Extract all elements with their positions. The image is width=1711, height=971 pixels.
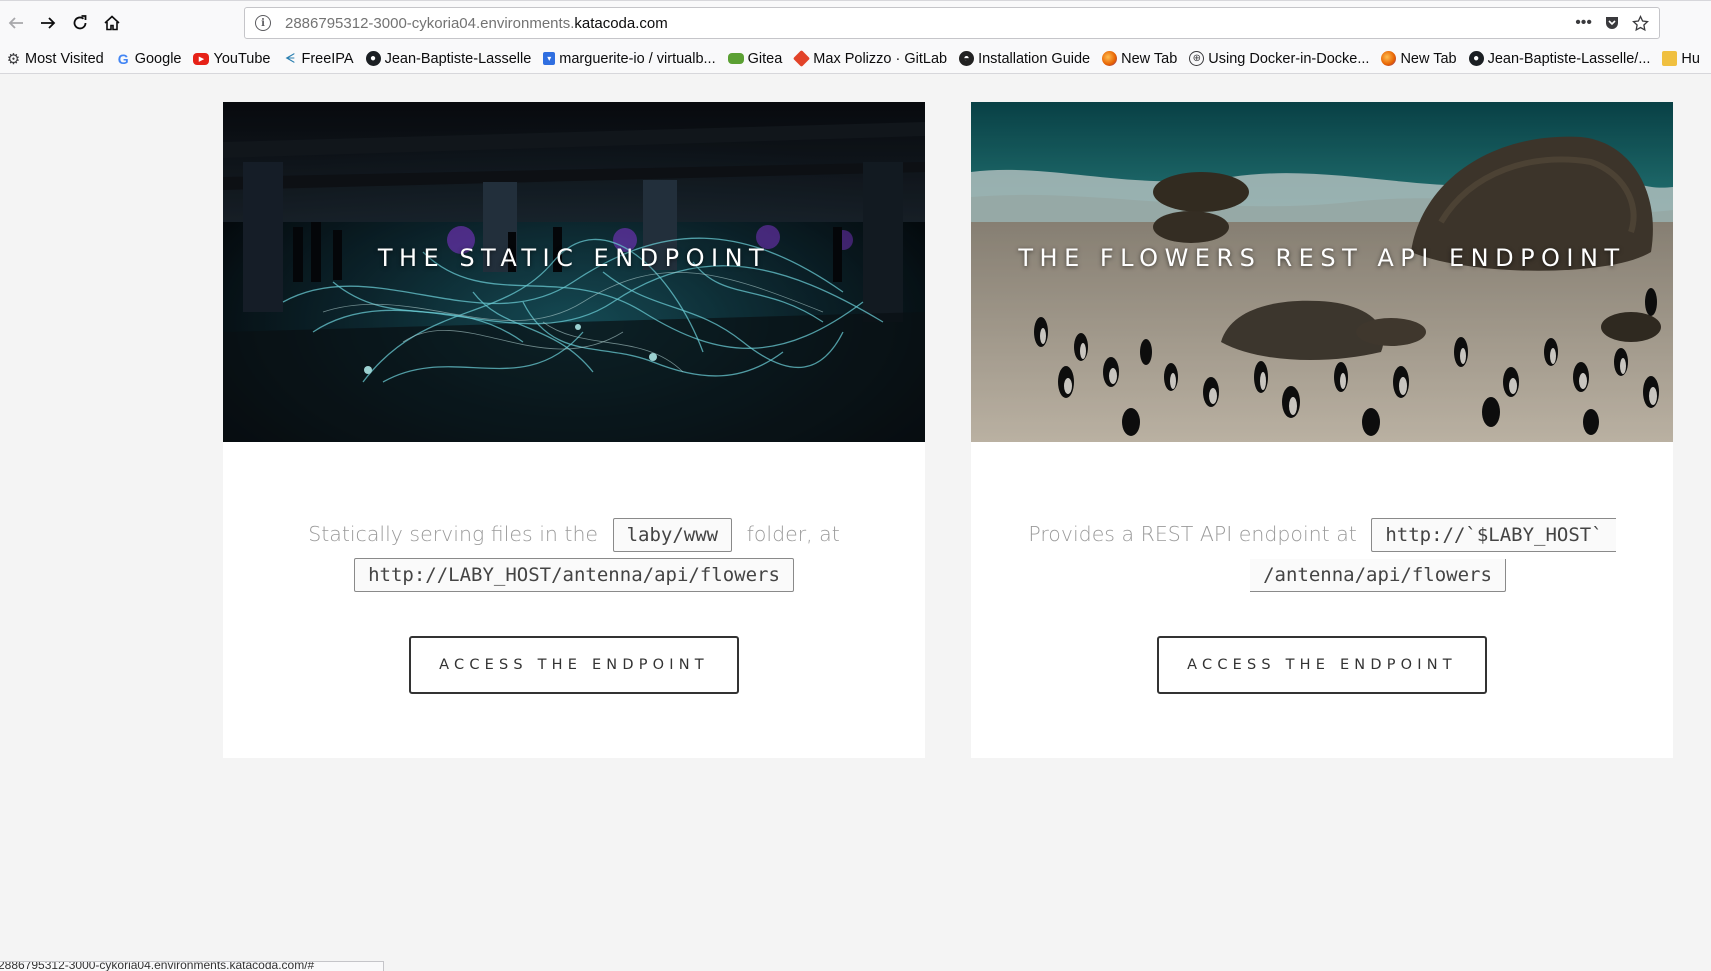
bookmark-label: Using Docker-in-Docke... bbox=[1208, 50, 1370, 67]
bookmark-new-tab-2[interactable]: New Tab bbox=[1381, 50, 1457, 67]
freeipa-icon: ᗕ bbox=[284, 50, 296, 66]
bookmark-icon: ▾ bbox=[543, 52, 556, 65]
bookmark-label: New Tab bbox=[1121, 50, 1178, 67]
reload-icon[interactable] bbox=[64, 7, 96, 39]
bookmark-gitea[interactable]: Gitea bbox=[727, 50, 783, 67]
bookmark-gitlab[interactable]: Max Polizzo · GitLab bbox=[793, 50, 948, 67]
bookmark-github-jbl[interactable]: ● Jean-Baptiste-Lasselle bbox=[365, 50, 532, 67]
bookmark-new-tab-1[interactable]: New Tab bbox=[1102, 51, 1177, 67]
youtube-icon: ▶ bbox=[193, 52, 210, 65]
status-url-text: 2886795312-3000-cykoria04.environments.k… bbox=[0, 961, 315, 971]
bookmark-youtube[interactable]: ▶ YouTube bbox=[193, 51, 270, 67]
bookmarks-bar: ⚙ Most Visited G Google ▶ YouTube ᗕ FreeIPA … bbox=[0, 44, 1711, 74]
browser-toolbar: i 2886795312-3000-cykoria04.environments… bbox=[0, 0, 1711, 44]
access-static-endpoint-button[interactable]: ACCESS THE ENDPOINT bbox=[409, 636, 739, 694]
flowers-rest-api-card: THE FLOWERS REST API ENDPOINT Provides a… bbox=[971, 102, 1673, 758]
github-icon: ● bbox=[365, 51, 381, 66]
static-endpoint-card: THE STATIC ENDPOINT Statically serving f… bbox=[223, 102, 925, 758]
bookmark-google[interactable]: G Google bbox=[116, 51, 182, 67]
static-endpoint-body: Statically serving files in the laby/www… bbox=[223, 442, 925, 694]
url-bar[interactable]: i 2886795312-3000-cykoria04.environments… bbox=[244, 7, 1660, 39]
bookmark-marguerite[interactable]: ▾ marguerite-io / virtualb... bbox=[543, 50, 716, 67]
bookmark-label: New Tab bbox=[1400, 50, 1457, 67]
bookmark-label: Hu bbox=[1681, 50, 1700, 67]
bookmark-label: YouTube bbox=[213, 50, 271, 67]
code-static-url: http://LABY_HOST/antenna/api/flowers bbox=[354, 558, 794, 592]
bookmark-label: Installation Guide bbox=[978, 50, 1091, 67]
star-icon[interactable] bbox=[1632, 14, 1649, 32]
pocket-icon[interactable] bbox=[1604, 15, 1620, 31]
hub-icon bbox=[1662, 51, 1678, 66]
google-icon: G bbox=[117, 50, 129, 67]
github-icon: ● bbox=[1468, 51, 1484, 66]
install-icon: ◓ bbox=[959, 51, 975, 66]
gitlab-icon bbox=[793, 50, 811, 67]
gitea-icon bbox=[727, 53, 744, 64]
code-api-path: /antenna/api/flowers bbox=[1250, 559, 1506, 592]
site-info-icon[interactable]: i bbox=[255, 15, 271, 31]
bookmark-label: marguerite-io / virtualb... bbox=[559, 50, 716, 67]
penguins-beach-photo bbox=[971, 102, 1673, 442]
globe-icon: ⊕ bbox=[1189, 51, 1205, 66]
home-icon[interactable] bbox=[96, 7, 128, 39]
firefox-icon bbox=[1381, 51, 1397, 66]
forward-icon[interactable] bbox=[32, 7, 64, 39]
bookmark-label: Most Visited bbox=[25, 50, 104, 67]
bookmark-label: Jean-Baptiste-Lasselle bbox=[384, 50, 532, 67]
bookmark-most-visited[interactable]: ⚙ Most Visited bbox=[6, 50, 104, 68]
bookmark-label: Max Polizzo · GitLab bbox=[813, 50, 948, 67]
access-flowers-endpoint-button[interactable]: ACCESS THE ENDPOINT bbox=[1157, 636, 1487, 694]
static-endpoint-title: THE STATIC ENDPOINT bbox=[377, 243, 771, 272]
bookmark-label: Jean-Baptiste-Lasselle/... bbox=[1487, 50, 1651, 67]
gear-icon: ⚙ bbox=[6, 50, 21, 68]
link-status-bar: 2886795312-3000-cykoria04.environments.k… bbox=[0, 961, 384, 971]
flowers-rest-api-description: Provides a REST API endpoint at http://`… bbox=[971, 514, 1673, 594]
bookmark-label: Google bbox=[134, 50, 182, 67]
bookmark-freeipa[interactable]: ᗕ FreeIPA bbox=[282, 50, 354, 67]
flowers-rest-api-title: THE FLOWERS REST API ENDPOINT bbox=[1018, 243, 1626, 272]
page-content: THE STATIC ENDPOINT Statically serving f… bbox=[0, 75, 1711, 971]
bookmark-docker-in-docker[interactable]: ⊕ Using Docker-in-Docke... bbox=[1189, 51, 1369, 67]
static-endpoint-description: Statically serving files in the laby/www… bbox=[223, 514, 925, 594]
code-laby-host: http://`$LABY_HOST` bbox=[1371, 518, 1616, 552]
bookmark-github-jbl-2[interactable]: ● Jean-Baptiste-Lasselle/... bbox=[1468, 50, 1651, 67]
static-endpoint-hero-image: THE STATIC ENDPOINT bbox=[223, 102, 925, 442]
description-text: folder, at bbox=[746, 522, 840, 546]
flowers-rest-api-body: Provides a REST API endpoint at http://`… bbox=[971, 442, 1673, 694]
back-icon[interactable] bbox=[0, 7, 32, 39]
flowers-rest-api-hero-image: THE FLOWERS REST API ENDPOINT bbox=[971, 102, 1673, 442]
firefox-icon bbox=[1102, 51, 1118, 66]
code-laby-www: laby/www bbox=[612, 518, 733, 552]
page-actions-icon[interactable]: ••• bbox=[1575, 14, 1592, 32]
bookmark-label: Gitea bbox=[747, 50, 783, 67]
url-text[interactable]: 2886795312-3000-cykoria04.environments.k… bbox=[285, 15, 668, 32]
bookmark-label: FreeIPA bbox=[301, 50, 354, 67]
description-text: Provides a REST API endpoint at bbox=[1028, 522, 1357, 546]
bookmark-hu[interactable]: Hu bbox=[1662, 51, 1700, 67]
description-text: Statically serving files in the bbox=[308, 522, 599, 546]
bookmark-installation-guide[interactable]: ◓ Installation Guide bbox=[959, 51, 1090, 67]
light-trails-photo bbox=[223, 102, 925, 442]
